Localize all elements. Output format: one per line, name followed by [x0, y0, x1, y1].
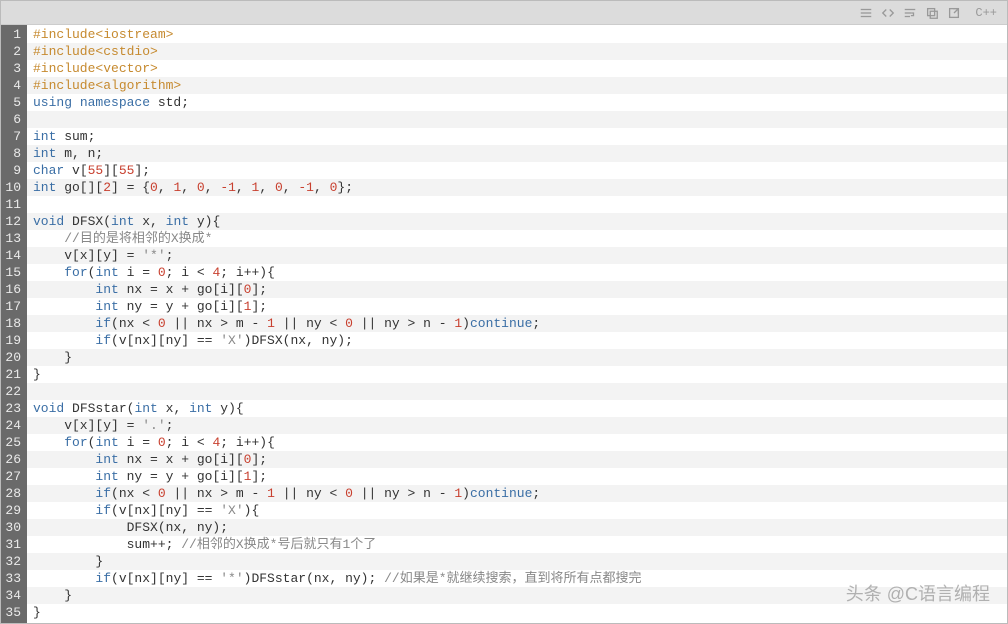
code-line[interactable]: using namespace std; — [27, 94, 1007, 111]
code-area[interactable]: 1234567891011121314151617181920212223242… — [1, 25, 1007, 623]
code-line[interactable]: for(int i = 0; i < 4; i++){ — [27, 264, 1007, 281]
code-editor-frame: C++ 123456789101112131415161718192021222… — [0, 0, 1008, 624]
line-number: 6 — [1, 111, 27, 128]
line-number: 28 — [1, 485, 27, 502]
line-number: 8 — [1, 145, 27, 162]
line-number: 1 — [1, 26, 27, 43]
line-number: 25 — [1, 434, 27, 451]
code-icon[interactable] — [879, 4, 897, 22]
line-number: 35 — [1, 604, 27, 621]
popout-icon[interactable] — [945, 4, 963, 22]
line-number: 12 — [1, 213, 27, 230]
code-line[interactable]: } — [27, 366, 1007, 383]
line-number: 18 — [1, 315, 27, 332]
code-line[interactable]: int go[][2] = {0, 1, 0, -1, 1, 0, -1, 0}… — [27, 179, 1007, 196]
code-line[interactable]: int nx = x + go[i][0]; — [27, 451, 1007, 468]
code-line[interactable]: for(int i = 0; i < 4; i++){ — [27, 434, 1007, 451]
language-label: C++ — [971, 6, 1001, 20]
copy-icon[interactable] — [923, 4, 941, 22]
code-line[interactable]: v[x][y] = '.'; — [27, 417, 1007, 434]
code-line[interactable]: } — [27, 604, 1007, 621]
line-number: 32 — [1, 553, 27, 570]
line-number: 27 — [1, 468, 27, 485]
code-line[interactable]: } — [27, 587, 1007, 604]
code-line[interactable]: #include<vector> — [27, 60, 1007, 77]
line-number: 11 — [1, 196, 27, 213]
line-number: 30 — [1, 519, 27, 536]
line-number: 29 — [1, 502, 27, 519]
code-line[interactable] — [27, 111, 1007, 128]
code-line[interactable]: void DFSX(int x, int y){ — [27, 213, 1007, 230]
code-line[interactable]: char v[55][55]; — [27, 162, 1007, 179]
code-line[interactable]: if(nx < 0 || nx > m - 1 || ny < 0 || ny … — [27, 315, 1007, 332]
code-line[interactable]: int nx = x + go[i][0]; — [27, 281, 1007, 298]
code-line[interactable]: } — [27, 553, 1007, 570]
code-line[interactable]: if(v[nx][ny] == 'X'){ — [27, 502, 1007, 519]
code-line[interactable]: #include<algorithm> — [27, 77, 1007, 94]
code-content[interactable]: #include<iostream>#include<cstdio>#inclu… — [27, 25, 1007, 623]
code-line[interactable]: #include<cstdio> — [27, 43, 1007, 60]
code-line[interactable]: } — [27, 349, 1007, 366]
line-number: 16 — [1, 281, 27, 298]
line-number: 3 — [1, 60, 27, 77]
line-number: 20 — [1, 349, 27, 366]
code-line[interactable]: if(v[nx][ny] == 'X')DFSX(nx, ny); — [27, 332, 1007, 349]
line-number: 15 — [1, 264, 27, 281]
code-line[interactable]: int ny = y + go[i][1]; — [27, 298, 1007, 315]
code-line[interactable]: int m, n; — [27, 145, 1007, 162]
line-gutter: 1234567891011121314151617181920212223242… — [1, 25, 27, 623]
code-line[interactable] — [27, 383, 1007, 400]
editor-toolbar: C++ — [1, 1, 1007, 25]
code-line[interactable]: int sum; — [27, 128, 1007, 145]
menu-icon[interactable] — [857, 4, 875, 22]
line-number: 24 — [1, 417, 27, 434]
line-number: 7 — [1, 128, 27, 145]
code-line[interactable] — [27, 196, 1007, 213]
code-line[interactable]: if(nx < 0 || nx > m - 1 || ny < 0 || ny … — [27, 485, 1007, 502]
line-number: 10 — [1, 179, 27, 196]
line-number: 2 — [1, 43, 27, 60]
line-number: 14 — [1, 247, 27, 264]
line-number: 34 — [1, 587, 27, 604]
line-number: 22 — [1, 383, 27, 400]
line-number: 33 — [1, 570, 27, 587]
line-number: 31 — [1, 536, 27, 553]
line-number: 9 — [1, 162, 27, 179]
line-number: 26 — [1, 451, 27, 468]
line-number: 19 — [1, 332, 27, 349]
code-line[interactable]: void DFSstar(int x, int y){ — [27, 400, 1007, 417]
code-line[interactable]: //目的是将相邻的X换成* — [27, 230, 1007, 247]
line-number: 13 — [1, 230, 27, 247]
code-line[interactable]: if(v[nx][ny] == '*')DFSstar(nx, ny); //如… — [27, 570, 1007, 587]
line-number: 23 — [1, 400, 27, 417]
code-line[interactable]: int ny = y + go[i][1]; — [27, 468, 1007, 485]
code-line[interactable]: v[x][y] = '*'; — [27, 247, 1007, 264]
line-number: 17 — [1, 298, 27, 315]
line-number: 21 — [1, 366, 27, 383]
code-line[interactable]: #include<iostream> — [27, 26, 1007, 43]
code-line[interactable]: sum++; //相邻的X换成*号后就只有1个了 — [27, 536, 1007, 553]
wrap-icon[interactable] — [901, 4, 919, 22]
line-number: 4 — [1, 77, 27, 94]
code-line[interactable]: DFSX(nx, ny); — [27, 519, 1007, 536]
line-number: 5 — [1, 94, 27, 111]
